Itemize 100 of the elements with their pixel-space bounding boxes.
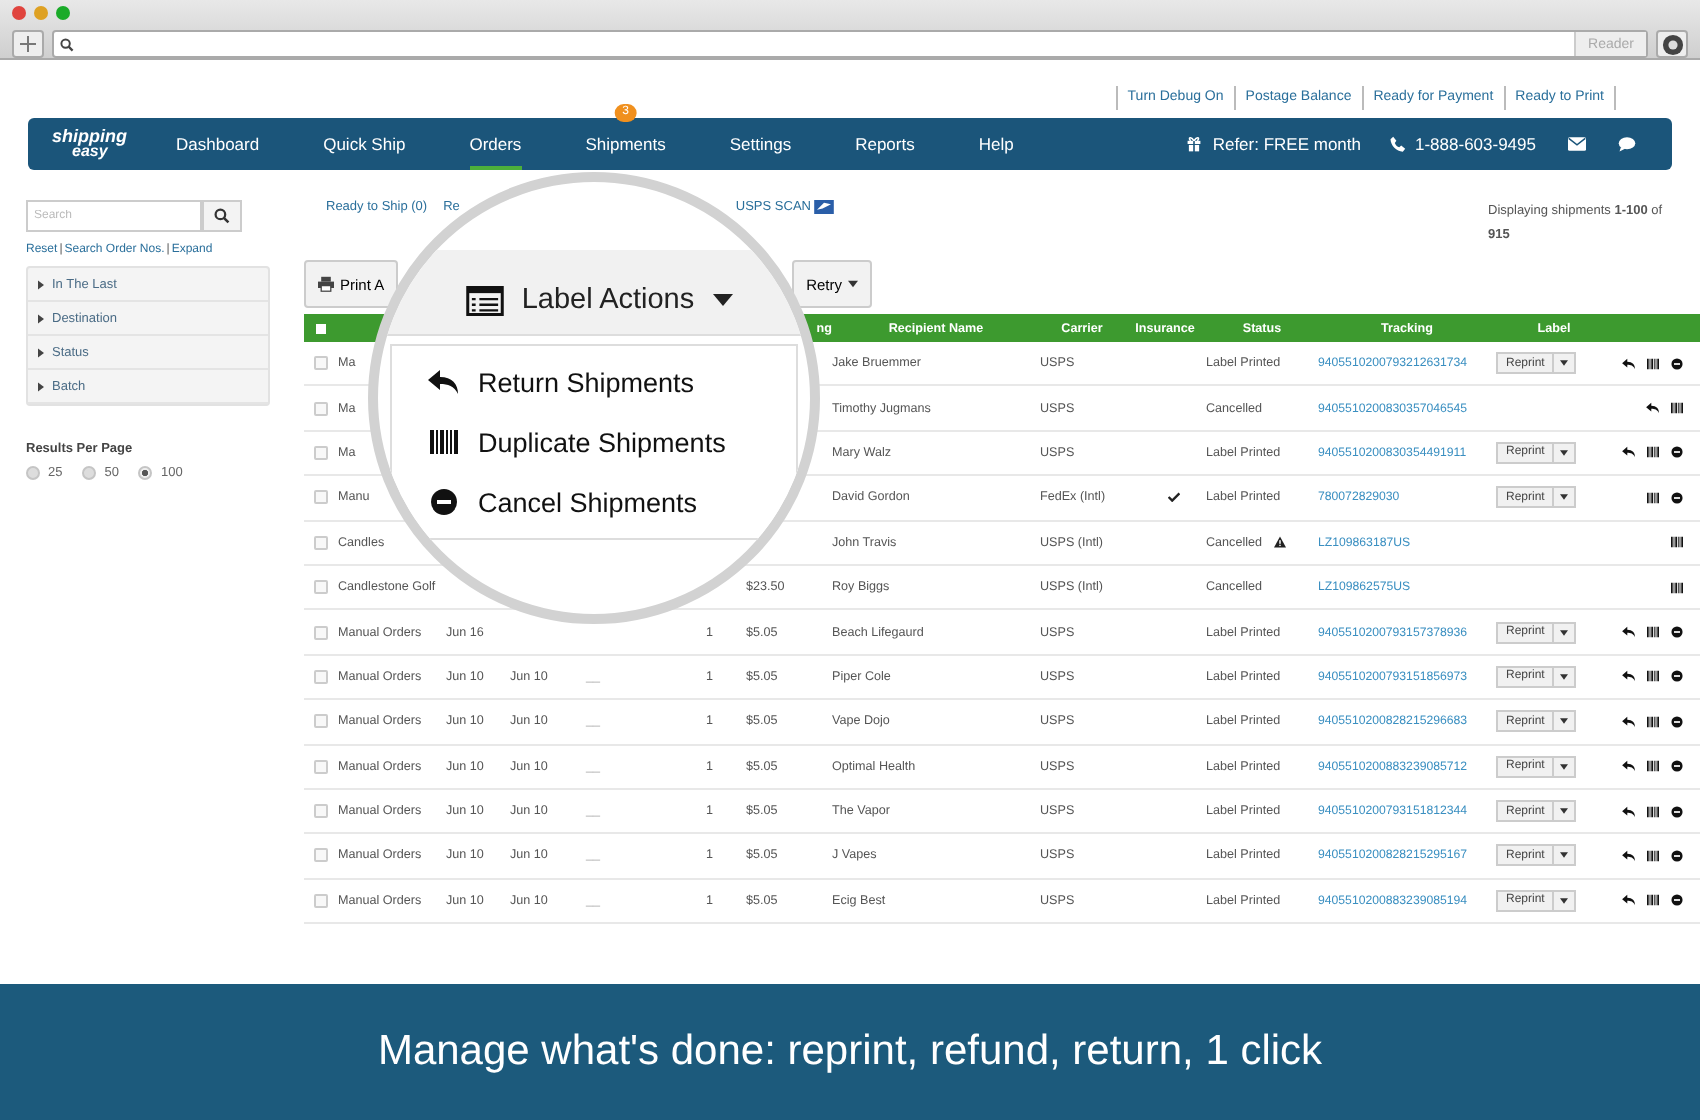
minus-circle-icon[interactable] <box>1670 849 1684 862</box>
return-arrow-icon[interactable] <box>1622 670 1636 683</box>
barcode-icon[interactable] <box>1646 760 1660 773</box>
caret-icon <box>848 280 859 288</box>
dropdown-toggle[interactable] <box>1554 486 1577 509</box>
dropdown-toggle[interactable] <box>1554 889 1577 912</box>
minus-circle-icon[interactable] <box>1670 446 1684 459</box>
refer-link[interactable]: Refer: FREE month <box>1212 134 1361 154</box>
return-arrow-icon[interactable] <box>1622 805 1636 818</box>
minus-circle-icon[interactable] <box>1670 715 1684 728</box>
minus-circle-icon[interactable] <box>1670 626 1684 639</box>
list-icon <box>465 285 504 315</box>
nav-item[interactable]: Quick Ship <box>323 118 406 170</box>
checkbox[interactable] <box>314 580 328 595</box>
radio-button[interactable] <box>82 466 97 480</box>
barcode-icon[interactable] <box>1670 402 1684 415</box>
minus-circle-icon[interactable] <box>1670 670 1684 683</box>
return-arrow-icon[interactable] <box>1622 894 1636 907</box>
checkbox[interactable] <box>314 893 328 908</box>
barcode-icon[interactable] <box>1670 581 1684 594</box>
caret-icon <box>38 279 44 289</box>
logo[interactable]: shipping easy <box>52 130 176 158</box>
dropdown-toggle[interactable] <box>1554 352 1577 375</box>
minus-circle-icon[interactable] <box>428 488 460 516</box>
return-arrow-icon[interactable] <box>1646 402 1660 415</box>
minus-circle-icon[interactable] <box>1670 491 1684 504</box>
return-arrow-icon[interactable] <box>1622 715 1636 728</box>
caret-icon <box>1560 494 1569 501</box>
dropdown-toggle[interactable] <box>1554 441 1577 464</box>
dropdown-toggle[interactable] <box>1554 755 1577 778</box>
checkbox[interactable] <box>314 759 328 774</box>
checkbox[interactable] <box>314 848 328 863</box>
menu-item[interactable]: Cancel Shipments <box>392 472 796 532</box>
barcode-icon[interactable] <box>1646 670 1660 683</box>
phone-icon <box>1389 136 1405 152</box>
checkbox[interactable] <box>314 804 328 819</box>
caret-icon <box>38 313 44 323</box>
return-arrow-icon[interactable] <box>1622 446 1636 459</box>
menu-item[interactable]: Return Shipments <box>392 352 796 412</box>
printer-icon <box>318 276 334 292</box>
chat-icon[interactable] <box>1618 136 1636 152</box>
radio-button[interactable] <box>138 466 153 480</box>
minus-circle-icon[interactable] <box>1670 894 1684 907</box>
dropdown-toggle[interactable] <box>1554 665 1577 688</box>
barcode-icon[interactable] <box>1646 626 1660 639</box>
caret-icon <box>38 381 44 391</box>
checkbox[interactable] <box>314 714 328 729</box>
barcode-icon[interactable] <box>1646 446 1660 459</box>
nav-item[interactable]: Settings <box>729 118 792 170</box>
checkbox[interactable] <box>316 323 326 333</box>
minus-circle-icon[interactable] <box>1670 760 1684 773</box>
caret-icon <box>1560 852 1569 859</box>
nav-item[interactable]: Dashboard <box>176 118 260 170</box>
barcode-icon[interactable] <box>1646 357 1660 370</box>
menu-item[interactable]: Duplicate Shipments <box>392 412 796 472</box>
barcode-icon[interactable] <box>1646 894 1660 907</box>
minus-circle-icon[interactable] <box>1670 805 1684 818</box>
caret-icon <box>1560 360 1569 367</box>
barcode-icon[interactable] <box>1646 491 1660 504</box>
caret-icon <box>1560 718 1569 725</box>
download-icon[interactable] <box>1656 30 1688 58</box>
checkbox[interactable] <box>314 625 328 640</box>
phone-number: 1-888-603-9495 <box>1415 134 1536 154</box>
dropdown-toggle[interactable] <box>1554 621 1577 644</box>
mail-icon[interactable] <box>1568 136 1586 152</box>
close-window-icon[interactable] <box>12 6 26 20</box>
checkbox[interactable] <box>314 669 328 684</box>
caption-text: Manage what's done: reprint, refund, return, 1 click <box>377 1028 1323 1076</box>
checkbox[interactable] <box>314 535 328 550</box>
search-icon <box>60 37 74 51</box>
caret-icon <box>1560 449 1569 456</box>
return-arrow-icon[interactable] <box>428 368 460 396</box>
nav-item[interactable]: Reports <box>855 118 915 170</box>
checkbox[interactable] <box>314 490 328 505</box>
barcode-icon[interactable] <box>1646 715 1660 728</box>
return-arrow-icon[interactable] <box>1622 357 1636 370</box>
nav-item[interactable]: Help <box>978 118 1014 170</box>
return-arrow-icon[interactable] <box>1622 626 1636 639</box>
caret-icon <box>1560 763 1569 770</box>
checkbox[interactable] <box>314 445 328 460</box>
add-tab-icon[interactable] <box>12 30 44 58</box>
checkbox[interactable] <box>314 401 328 416</box>
dropdown-toggle[interactable] <box>1554 844 1577 867</box>
minus-circle-icon[interactable] <box>1670 357 1684 370</box>
search-button[interactable] <box>202 200 242 232</box>
barcode-icon[interactable] <box>1646 849 1660 862</box>
barcode-icon[interactable] <box>1646 805 1660 818</box>
return-arrow-icon[interactable] <box>1622 760 1636 773</box>
barcode-icon[interactable] <box>1670 536 1684 549</box>
caret-icon <box>38 347 44 357</box>
return-arrow-icon[interactable] <box>1622 849 1636 862</box>
checkbox[interactable] <box>314 356 328 371</box>
dropdown-toggle[interactable] <box>1554 710 1577 733</box>
nav-item[interactable]: Shipments <box>585 118 666 170</box>
caret-icon <box>1560 897 1569 904</box>
dropdown-toggle[interactable] <box>1554 800 1577 823</box>
barcode-icon[interactable] <box>428 428 460 456</box>
caret-icon <box>1560 629 1569 636</box>
radio-button[interactable] <box>26 466 40 480</box>
nav-item[interactable]: Orders <box>469 118 522 170</box>
